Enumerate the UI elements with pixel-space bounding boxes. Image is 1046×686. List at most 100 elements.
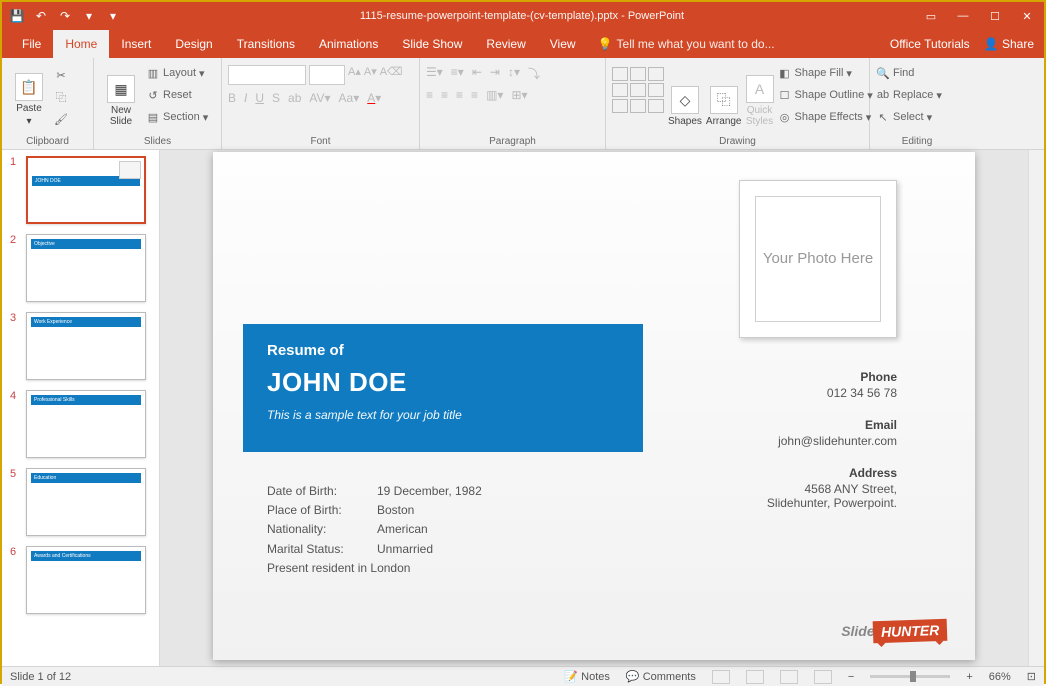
tab-animations[interactable]: Animations [307,30,390,58]
start-from-beginning-icon[interactable]: ▾ [82,9,96,23]
font-family-input[interactable] [228,65,306,85]
find-button[interactable]: 🔍Find [876,63,942,83]
thumb-5[interactable]: 5Education [10,468,151,536]
tab-review[interactable]: Review [474,30,537,58]
new-slide-button[interactable]: ▦New Slide [100,61,142,127]
sorter-view-button[interactable] [746,670,764,684]
shape-outline-icon: ☐ [778,88,792,102]
tab-view[interactable]: View [538,30,588,58]
font-size-input[interactable] [309,65,345,85]
numbering-button[interactable]: ≡▾ [451,65,464,82]
resume-of-label: Resume of [267,342,619,359]
tab-home[interactable]: Home [53,30,109,58]
qat-more-icon[interactable]: ▾ [106,9,120,23]
layout-button[interactable]: ▥Layout ▾ [146,63,208,83]
shape-effects-button[interactable]: ◎Shape Effects ▾ [778,107,873,127]
minimize-icon[interactable]: — [956,9,970,23]
notes-button[interactable]: 📝 Notes [564,670,610,683]
paste-button[interactable]: 📋Paste▾ [8,61,50,127]
personal-details[interactable]: Date of Birth:19 December, 1982 Place of… [267,482,482,578]
format-painter-button[interactable]: 🖌 [54,109,68,129]
thumb-4[interactable]: 4Professional Skills [10,390,151,458]
slide-thumbnails-panel[interactable]: 1JOHN DOE 2Objective 3Work Experience 4P… [2,150,160,666]
thumb-1[interactable]: 1JOHN DOE [10,156,151,224]
indent-dec-button[interactable]: ⇤ [472,65,482,82]
ribbon-options-icon[interactable]: ▭ [924,9,938,23]
section-icon: ▤ [146,110,160,124]
tab-slideshow[interactable]: Slide Show [390,30,474,58]
align-center-button[interactable]: ≡ [441,88,448,102]
ribbon: 📋Paste▾ ✂ ⿻ 🖌 Clipboard ▦New Slide ▥Layo… [2,58,1044,150]
zoom-out-button[interactable]: − [848,671,854,683]
comments-button[interactable]: 💬 Comments [626,670,696,683]
zoom-level[interactable]: 66% [989,671,1011,683]
align-left-button[interactable]: ≡ [426,88,433,102]
line-spacing-button[interactable]: ↕▾ [508,65,520,82]
normal-view-button[interactable] [712,670,730,684]
bold-button[interactable]: B [228,91,236,105]
group-label-clipboard: Clipboard [8,136,87,149]
text-direction-button[interactable]: ⤵ [528,65,540,82]
justify-button[interactable]: ≡ [471,88,478,102]
underline-button[interactable]: U [255,91,264,105]
strikethrough-button[interactable]: S [272,91,280,105]
section-button[interactable]: ▤Section ▾ [146,107,208,127]
slide-counter[interactable]: Slide 1 of 12 [10,671,71,683]
shapes-button[interactable]: ◇Shapes [668,61,702,127]
maximize-icon[interactable]: ☐ [988,9,1002,23]
person-name: JOHN DOE [267,367,619,398]
slideshow-view-button[interactable] [814,670,832,684]
case-button[interactable]: Aa▾ [339,91,360,105]
copy-button[interactable]: ⿻ [54,87,68,107]
font-color-button[interactable]: A▾ [367,91,381,105]
decrease-font-icon[interactable]: A▾ [364,65,377,85]
indent-inc-button[interactable]: ⇥ [490,65,500,82]
tab-transitions[interactable]: Transitions [225,30,307,58]
share-button[interactable]: 👤 Share [984,37,1034,51]
redo-icon[interactable]: ↷ [58,9,72,23]
layout-icon: ▥ [146,66,160,80]
select-button[interactable]: ↖Select ▾ [876,107,942,127]
quick-styles-button[interactable]: AQuick Styles [746,61,774,127]
cut-icon: ✂ [54,68,68,82]
thumb-3[interactable]: 3Work Experience [10,312,151,380]
columns-button[interactable]: ▥▾ [486,88,503,102]
shapes-gallery[interactable] [612,67,664,113]
smartart-button[interactable]: ⊞▾ [511,88,527,102]
thumb-2[interactable]: 2Objective [10,234,151,302]
select-icon: ↖ [876,110,890,124]
slide-editor[interactable]: Your Photo Here Resume of JOHN DOE This … [160,150,1028,666]
clear-format-icon[interactable]: A⌫ [380,65,403,85]
photo-placeholder[interactable]: Your Photo Here [739,180,897,338]
tab-design[interactable]: Design [163,30,224,58]
increase-font-icon[interactable]: A▴ [348,65,361,85]
shape-outline-button[interactable]: ☐Shape Outline ▾ [778,85,873,105]
tell-me-search[interactable]: 💡Tell me what you want to do... [588,37,785,51]
undo-icon[interactable]: ↶ [34,9,48,23]
title-block[interactable]: Resume of JOHN DOE This is a sample text… [243,324,643,452]
shadow-button[interactable]: ab [288,91,301,105]
reading-view-button[interactable] [780,670,798,684]
bullets-button[interactable]: ☰▾ [426,65,443,82]
save-icon[interactable]: 💾 [10,9,24,23]
align-right-button[interactable]: ≡ [456,88,463,102]
copy-icon: ⿻ [54,90,68,104]
cut-button[interactable]: ✂ [54,65,68,85]
italic-button[interactable]: I [244,91,247,105]
shape-fill-button[interactable]: ◧Shape Fill ▾ [778,63,873,83]
vertical-scrollbar[interactable] [1028,150,1044,666]
slide-canvas[interactable]: Your Photo Here Resume of JOHN DOE This … [213,152,975,660]
contact-block[interactable]: Phone012 34 56 78 Emailjohn@slidehunter.… [767,370,897,528]
tab-file[interactable]: File [10,30,53,58]
fit-to-window-button[interactable]: ⊡ [1027,670,1036,683]
thumb-6[interactable]: 6Awards and Certifications [10,546,151,614]
office-tutorials-link[interactable]: Office Tutorials [890,37,970,51]
arrange-button[interactable]: ⿻Arrange [706,61,742,127]
tab-insert[interactable]: Insert [109,30,163,58]
zoom-in-button[interactable]: + [966,671,972,683]
replace-button[interactable]: abReplace ▾ [876,85,942,105]
close-icon[interactable]: ✕ [1020,9,1034,23]
reset-button[interactable]: ↺Reset [146,85,208,105]
zoom-slider[interactable] [870,675,950,678]
spacing-button[interactable]: AV▾ [309,91,330,105]
